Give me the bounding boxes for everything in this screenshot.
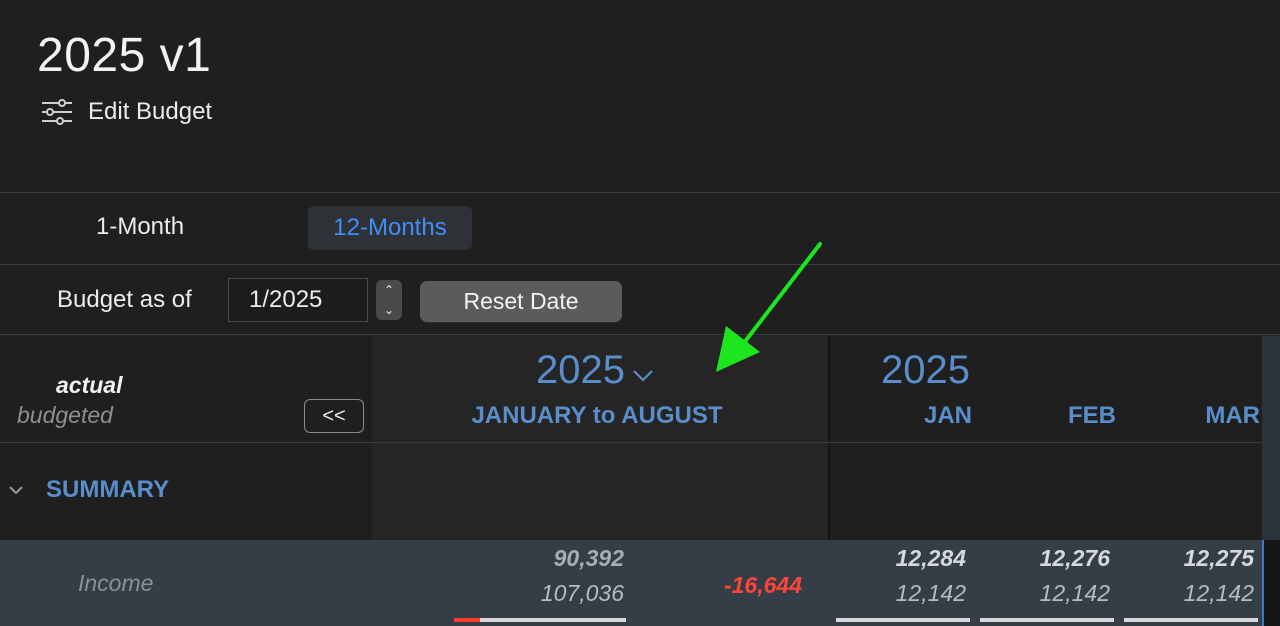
income-label: Income — [78, 570, 154, 596]
edit-budget-button[interactable]: Edit Budget — [40, 98, 212, 126]
header-row-divider — [0, 442, 1262, 443]
toggle-divider — [0, 264, 1280, 265]
chevron-down-icon[interactable]: ⌄ — [384, 304, 394, 316]
income-jan-progress — [836, 618, 970, 622]
income-feb-actual: 12,276 — [1039, 545, 1110, 571]
income-range-progress-fill — [454, 618, 480, 622]
month-header-mar[interactable]: MAR — [1160, 402, 1260, 430]
actual-legend: actual — [56, 372, 123, 398]
edit-budget-label: Edit Budget — [88, 98, 213, 125]
date-stepper[interactable]: ⌃ ⌄ — [376, 280, 402, 320]
income-next-cell[interactable] — [1262, 540, 1280, 626]
month-header-feb[interactable]: FEB — [1016, 402, 1116, 430]
months-year: 2025 — [881, 348, 970, 392]
budget-as-of-label: Budget as of — [57, 286, 192, 313]
income-mar-progress — [1124, 618, 1258, 622]
income-range-actual: 90,392 — [553, 545, 624, 571]
tab-12-months[interactable]: 12-Months — [308, 206, 472, 250]
header-divider — [0, 192, 1280, 193]
sliders-icon — [40, 98, 74, 126]
scroll-back-button[interactable]: << — [304, 399, 364, 433]
tab-1-month[interactable]: 1-Month — [96, 213, 184, 241]
income-feb-progress — [980, 618, 1114, 622]
budget-title: 2025 v1 — [37, 29, 212, 82]
income-mar-budgeted: 12,142 — [1183, 580, 1254, 606]
reset-date-button[interactable]: Reset Date — [420, 281, 622, 322]
annotation-arrow-icon — [700, 240, 830, 385]
income-range-budgeted: 107,036 — [540, 580, 624, 606]
range-year-selector[interactable]: 2025 — [536, 348, 655, 393]
summary-section-title[interactable]: SUMMARY — [46, 476, 169, 504]
range-year: 2025 — [536, 348, 625, 392]
budgeted-legend: budgeted — [17, 402, 113, 428]
income-jan-actual: 12,284 — [895, 545, 966, 571]
income-jan-budgeted: 12,142 — [895, 580, 966, 606]
controls-divider — [0, 334, 1280, 335]
income-mar-actual: 12,275 — [1183, 545, 1254, 571]
income-range-variance: -16,644 — [723, 572, 802, 598]
range-label: JANUARY to AUGUST — [471, 402, 723, 429]
horizontal-scroll-edge[interactable] — [1262, 336, 1280, 540]
income-feb-budgeted: 12,142 — [1039, 580, 1110, 606]
collapse-chevron-icon[interactable] — [8, 480, 24, 501]
chevron-down-icon — [631, 348, 655, 393]
month-header-jan[interactable]: JAN — [872, 402, 972, 430]
chevron-up-icon[interactable]: ⌃ — [384, 284, 394, 296]
budget-date-field[interactable]: 1/2025 — [228, 278, 368, 322]
